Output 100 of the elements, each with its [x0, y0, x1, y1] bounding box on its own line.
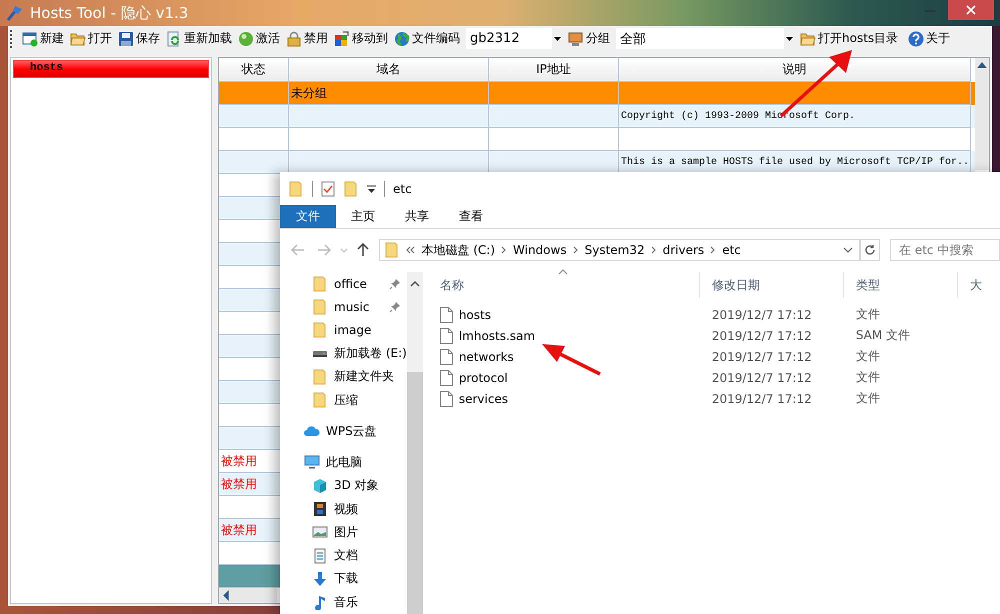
breadcrumb-item[interactable]: System32: [584, 243, 645, 257]
down-arrow-icon: [312, 570, 328, 587]
ribbon-tab[interactable]: 查看: [444, 205, 498, 228]
app-icon: [6, 4, 24, 22]
toolbar-button[interactable]: 分组: [568, 30, 610, 47]
folder-icon: [312, 276, 328, 292]
file-name[interactable]: hosts: [428, 306, 700, 322]
nav-item[interactable]: 压缩: [280, 388, 407, 412]
nav-item[interactable]: WPS云盘: [280, 420, 407, 443]
search-field[interactable]: 在 etc 中搜索: [890, 239, 1000, 261]
toolbar-button[interactable]: 打开hosts目录: [800, 30, 898, 47]
music-note-icon: [312, 594, 328, 610]
drive-icon: [312, 350, 328, 357]
column-header[interactable]: 说明: [619, 58, 971, 82]
ribbon-tab[interactable]: 主页: [336, 205, 390, 228]
toolbar-button[interactable]: 打开: [70, 30, 112, 47]
chevron-right-icon: [572, 246, 579, 254]
modified-date: 2019/12/7 17:12: [710, 350, 813, 364]
dropdown-arrow-icon: [786, 36, 792, 40]
arrow: [542, 344, 601, 376]
folder-icon: [312, 298, 328, 315]
refresh-button[interactable]: [860, 239, 880, 261]
chevron-down-icon[interactable]: [843, 247, 854, 253]
breadcrumb-item[interactable]: Windows: [513, 243, 567, 257]
back-arrow-icon: [290, 244, 305, 256]
close-icon: [966, 5, 976, 15]
column-header[interactable]: IP地址: [489, 58, 619, 82]
monitor-icon: [304, 454, 320, 470]
hosts-list-item[interactable]: hosts: [13, 60, 209, 78]
file-type: 文件: [854, 369, 881, 386]
nav-item[interactable]: 音乐: [280, 590, 407, 614]
file-name[interactable]: services: [428, 390, 700, 406]
nav-item[interactable]: 新加载卷 (E:): [280, 342, 407, 366]
file-type: 文件: [854, 390, 881, 407]
toolbar-button[interactable]: 重新加载: [166, 30, 232, 47]
ribbon-tab[interactable]: 文件: [280, 205, 336, 228]
folder-icon: [312, 322, 328, 338]
column-header[interactable]: 类型: [844, 272, 958, 298]
toolbar-button[interactable]: 文件编码: [394, 30, 460, 47]
file-icon: [440, 306, 453, 322]
group-dropdown[interactable]: 全部: [616, 28, 794, 49]
scroll-left-icon: [223, 590, 229, 601]
toolbar-button[interactable]: 关于: [908, 30, 950, 47]
pin-icon: [388, 278, 401, 290]
colored-squares-icon: [334, 30, 350, 46]
toolbar-button[interactable]: 禁用: [286, 30, 328, 47]
folder-icon: [312, 368, 328, 385]
toolbar-button[interactable]: 新建: [22, 30, 64, 47]
chevron-right-icon: [501, 246, 508, 254]
address-bar[interactable]: 本地磁盘 (C:) Windows System32 drivers etc: [379, 239, 860, 261]
toolbar-button[interactable]: 保存: [118, 30, 160, 47]
file-icon: [440, 390, 453, 406]
folder-icon: [288, 180, 304, 196]
folder-icon: [312, 392, 328, 408]
new-file-icon: [22, 30, 38, 46]
folder-icon: [384, 242, 400, 258]
breadcrumb-item[interactable]: drivers: [662, 243, 704, 257]
file-icon: [440, 348, 453, 364]
file-name[interactable]: networks: [428, 348, 700, 364]
modified-date: 2019/12/7 17:12: [710, 370, 813, 384]
film-icon: [312, 501, 328, 517]
toolbar-button[interactable]: 激活: [238, 30, 280, 47]
file-type: SAM 文件: [854, 327, 912, 344]
document-icon: [312, 548, 328, 564]
sort-caret-icon: [558, 269, 568, 275]
nav-item[interactable]: music: [280, 295, 407, 319]
file-name[interactable]: protocol: [428, 370, 700, 386]
nav-scrollbar[interactable]: [406, 272, 423, 614]
column-header[interactable]: 大: [958, 272, 1000, 298]
column-header[interactable]: 状态: [219, 58, 289, 82]
file-name[interactable]: lmhosts.sam: [428, 328, 700, 344]
nav-item[interactable]: image: [280, 318, 407, 342]
nav-item[interactable]: 文档: [280, 544, 407, 568]
nav-item[interactable]: 视频: [280, 497, 407, 521]
folder-icon: [343, 180, 359, 196]
vertical-scrollbar[interactable]: [975, 58, 989, 170]
nav-item[interactable]: office: [280, 272, 407, 296]
nav-item[interactable]: 新建文件夹: [280, 365, 407, 389]
toolbar-button[interactable]: 移动到: [334, 30, 388, 47]
column-header[interactable]: 修改日期: [700, 272, 844, 298]
computer-icon: [568, 30, 584, 46]
checklist-icon[interactable]: [321, 180, 335, 196]
folder-icon: [70, 30, 86, 46]
nav-item[interactable]: 下载: [280, 567, 407, 591]
horizontal-scrollbar[interactable]: [219, 588, 277, 603]
up-arrow-icon: [357, 243, 370, 257]
breadcrumb-item[interactable]: 本地磁盘 (C:): [421, 242, 496, 258]
encoding-dropdown[interactable]: gb2312: [466, 28, 562, 49]
column-header[interactable]: 域名: [289, 58, 489, 82]
globe-icon: [394, 30, 410, 46]
scrollbar-thumb[interactable]: [406, 372, 423, 614]
picture-icon: [312, 524, 328, 540]
lock-icon: [286, 30, 302, 46]
close-button[interactable]: [948, 0, 994, 20]
scroll-up-icon: [977, 62, 987, 68]
dropdown-arrow-icon: [554, 36, 560, 40]
dropdown-arrow-icon[interactable]: [367, 184, 376, 192]
breadcrumb-item[interactable]: etc: [722, 243, 741, 257]
column-header[interactable]: 名称: [428, 272, 700, 298]
ribbon-tab[interactable]: 共享: [390, 205, 444, 228]
